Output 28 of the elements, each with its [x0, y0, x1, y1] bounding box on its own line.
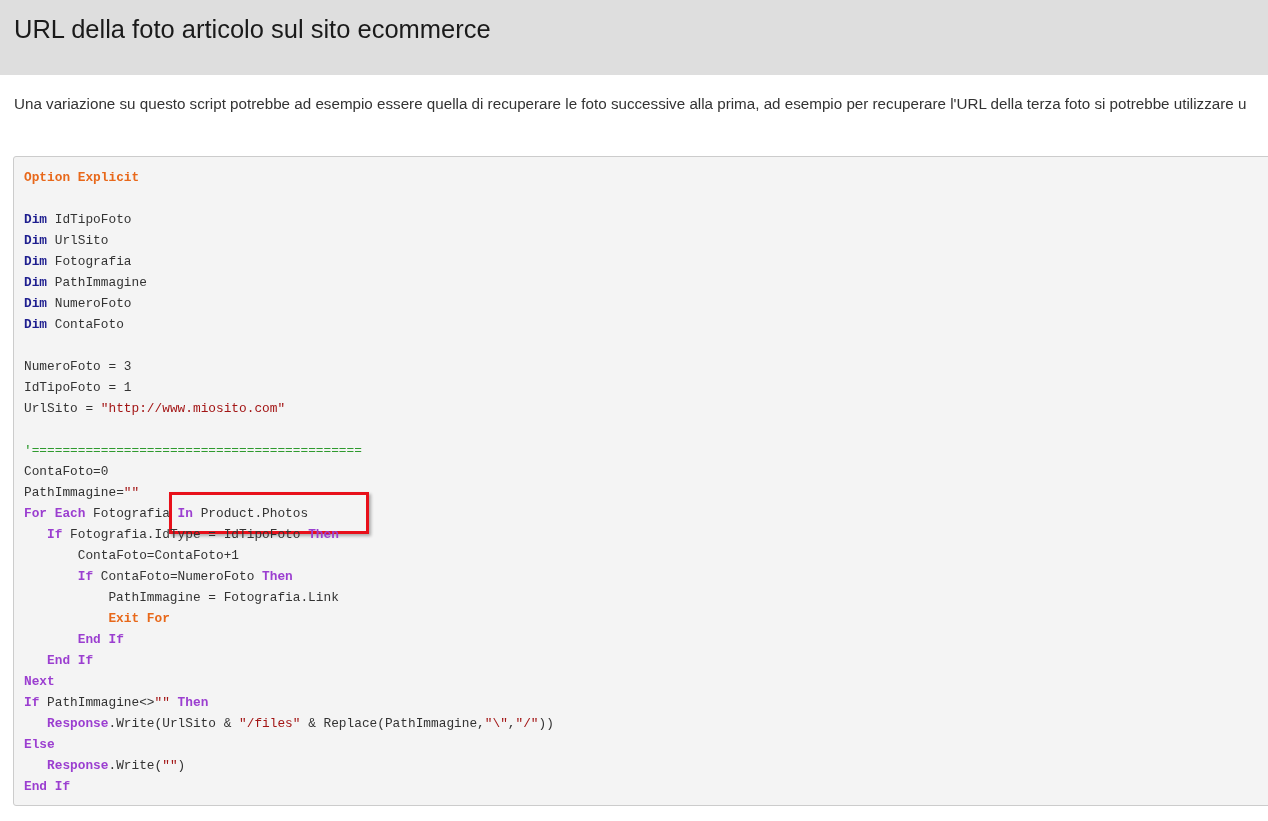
code-line: IdTipoFoto = 1: [24, 379, 132, 397]
code-line: End If: [77, 631, 124, 649]
intro-paragraph: Una variazione su questo script potrebbe ad esempio essere quella di recuperare le foto successive alla prima, ad esempio per recuperare l'URL della terza foto si potrebbe utilizzare u: [14, 94, 1247, 114]
code-line: Next: [24, 673, 55, 691]
page-title: URL della foto articolo sul sito ecommerce: [14, 14, 491, 45]
code-line: End If: [24, 778, 71, 796]
code-line: Exit For: [108, 610, 170, 628]
code-line: NumeroFoto = 3: [24, 358, 132, 376]
code-line: Else: [24, 736, 55, 754]
code-line: PathImmagine="": [24, 484, 140, 502]
code-line: ContaFoto=ContaFoto+1: [77, 547, 239, 565]
code-line: Dim NumeroFoto: [24, 295, 132, 313]
code-line: For Each Fotografia In Product.Photos: [24, 505, 309, 523]
code-line: Response.Write(""): [47, 757, 186, 775]
code-line: Option Explicit: [24, 169, 140, 187]
code-line: PathImmagine = Fotografia.Link: [108, 589, 339, 607]
code-line: Dim UrlSito: [24, 232, 109, 250]
code-line: If ContaFoto=NumeroFoto Then: [77, 568, 293, 586]
code-line: Dim ContaFoto: [24, 316, 124, 334]
code-line: '===========================================: [24, 442, 362, 460]
code-line: If PathImmagine<>"" Then: [24, 694, 209, 712]
code-line: Dim Fotografia: [24, 253, 132, 271]
code-line: Dim IdTipoFoto: [24, 211, 132, 229]
code-line: Dim PathImmagine: [24, 274, 147, 292]
code-line: ContaFoto=0: [24, 463, 109, 481]
code-line: End If: [47, 652, 94, 670]
code-line: UrlSito = "http://www.miosito.com": [24, 400, 286, 418]
code-line: Response.Write(UrlSito & "/files" & Replace(PathImmagine,"\","/")): [47, 715, 554, 733]
